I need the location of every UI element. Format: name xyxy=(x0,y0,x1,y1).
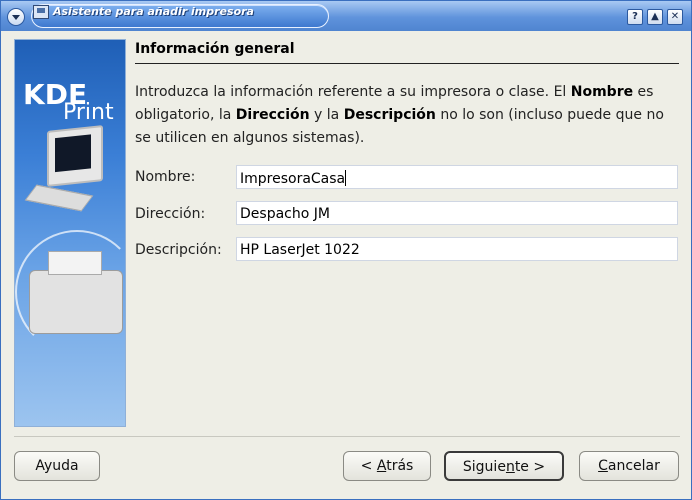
next-rest: te > xyxy=(514,459,546,475)
name-field[interactable]: ImpresoraCasa xyxy=(236,165,678,189)
desc-bold-name: Nombre xyxy=(570,84,634,100)
shade-icon[interactable]: ▲ xyxy=(647,9,663,25)
location-field[interactable]: Despacho JM xyxy=(236,201,678,225)
desc-text-3: y la xyxy=(309,107,344,123)
next-mnemonic: n xyxy=(505,459,515,475)
text-cursor xyxy=(345,170,347,186)
wizard-window: Asistente para añadir impresora ? ▲ ✕ KD… xyxy=(0,0,692,500)
printer-graphic xyxy=(29,251,123,334)
description-field[interactable]: HP LaserJet 1022 xyxy=(236,237,678,261)
cancel-rest: ancelar xyxy=(607,458,660,474)
desc-bold-description: Descripción xyxy=(343,107,436,123)
back-mnemonic: A xyxy=(376,458,387,474)
name-value: ImpresoraCasa xyxy=(240,171,346,187)
title-divider xyxy=(135,63,679,64)
page-title: Información general xyxy=(135,41,295,57)
name-label: Nombre: xyxy=(135,169,196,185)
help-button[interactable]: Ayuda xyxy=(14,451,100,481)
close-icon[interactable]: ✕ xyxy=(667,9,683,25)
cancel-mnemonic: C xyxy=(598,458,608,474)
location-label: Dirección: xyxy=(135,206,206,222)
description-label: Descripción: xyxy=(135,242,222,258)
desc-bold-location: Dirección xyxy=(235,107,310,123)
help-icon[interactable]: ? xyxy=(627,9,643,25)
banner-print-text: Print xyxy=(63,100,114,125)
kdeprint-banner: KDE Print xyxy=(14,39,126,427)
keyboard-graphic xyxy=(24,184,94,212)
next-button[interactable]: Siguiente > xyxy=(444,451,564,481)
page-description: Introduzca la información referente a su… xyxy=(135,81,679,150)
monitor-graphic xyxy=(47,125,103,187)
location-value: Despacho JM xyxy=(240,206,330,222)
title-bar[interactable]: Asistente para añadir impresora ? ▲ ✕ xyxy=(1,1,691,31)
cancel-button[interactable]: Cancelar xyxy=(579,451,679,481)
description-value: HP LaserJet 1022 xyxy=(240,242,360,258)
button-separator xyxy=(14,436,680,437)
window-menu-icon[interactable] xyxy=(7,8,25,26)
next-prefix: Siguie xyxy=(462,459,506,475)
desc-text-1: Introduzca la información referente a su… xyxy=(135,84,571,100)
window-title: Asistente para añadir impresora xyxy=(53,5,254,18)
back-rest: trás xyxy=(386,458,414,474)
back-button[interactable]: < Atrás xyxy=(343,451,431,481)
printer-wizard-icon xyxy=(33,5,49,19)
back-prefix: < xyxy=(360,458,377,474)
